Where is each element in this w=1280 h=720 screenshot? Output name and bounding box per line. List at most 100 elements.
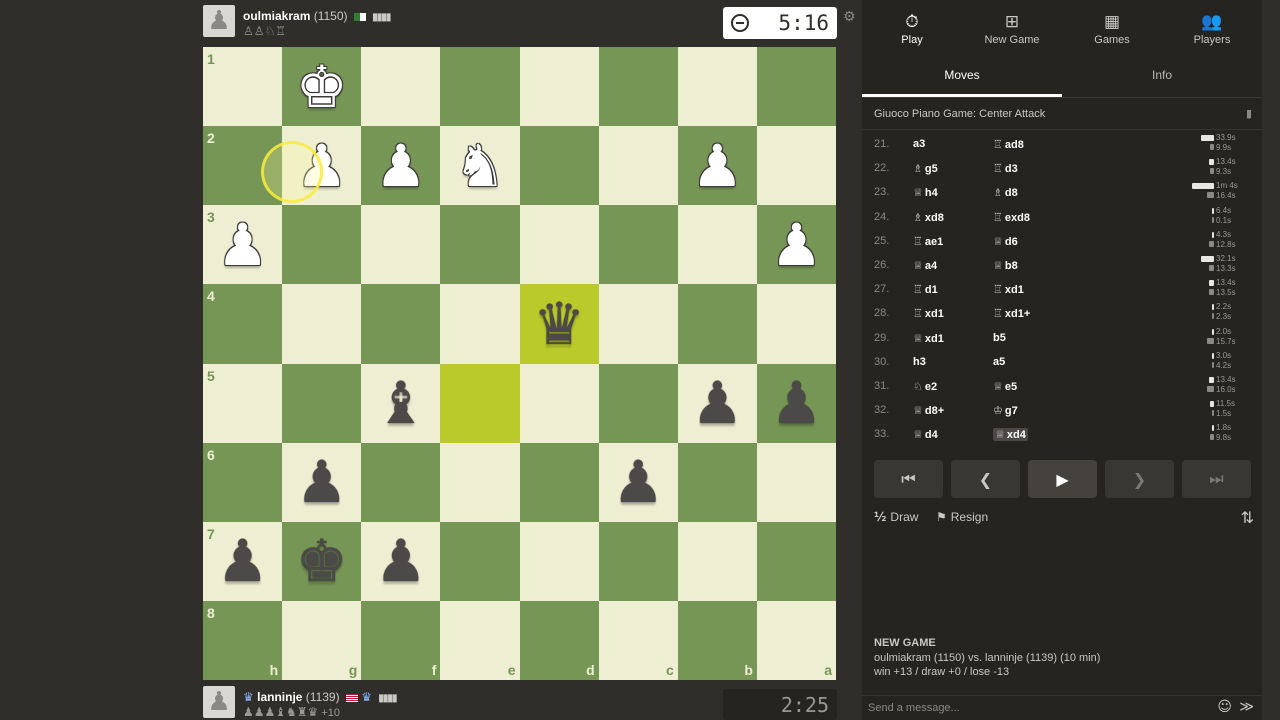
black-pawn-icon[interactable]: ♟ [217,532,269,590]
square-c6[interactable]: ♟ [598,442,678,522]
black-king-icon[interactable]: ♚ [296,532,348,590]
black-pawn-icon[interactable]: ♟ [375,532,427,590]
square-g1[interactable]: ♚ [282,47,362,127]
black-move[interactable]: ♖ xd1 [993,283,1024,296]
chat-input[interactable]: Send a message... [868,702,960,714]
square-d4[interactable]: ♛ [519,284,599,364]
black-queen-icon[interactable]: ♛ [533,295,585,353]
square-b1[interactable] [677,47,757,127]
square-e5[interactable] [440,363,520,443]
square-h2[interactable]: 2 [203,126,283,206]
white-move[interactable]: a3 [913,138,925,150]
square-g2[interactable]: ♟ [282,126,362,206]
square-h3[interactable]: 3 ♟ [203,205,283,285]
square-f8[interactable]: f [361,600,441,680]
black-move[interactable]: ♖ d3 [993,162,1018,175]
tab-info[interactable]: Info [1062,52,1262,97]
square-f1[interactable] [361,47,441,127]
last-move-button[interactable]: ⏭ [1182,460,1251,498]
black-move[interactable]: ♕ b8 [993,259,1018,272]
square-g5[interactable] [282,363,362,443]
square-h7[interactable]: 7 ♟ [203,521,283,601]
white-move[interactable]: ♘ e2 [913,380,937,393]
square-b8[interactable]: b [677,600,757,680]
square-b5[interactable]: ♟ [677,363,757,443]
square-e3[interactable] [440,205,520,285]
chess-board[interactable]: 1 ♚ 2 ♟ ♟ ♞ ♟ 3 ♟ ♟ 4 ♛ 5 ♝ ♟ ♟ 6 ♟ ♟ 7 ♟ ♚ ♟ 8 h g f e d c b a [203,47,836,680]
white-move[interactable]: ♗ g5 [913,162,938,175]
black-move[interactable]: b5 [993,332,1006,344]
nav-new-game[interactable]: ⊞ New Game [962,0,1062,52]
nav-games[interactable]: ▦ Games [1062,0,1162,52]
white-move[interactable]: ♖ ae1 [913,235,943,248]
white-move[interactable]: ♕ xd1 [913,332,944,345]
square-a2[interactable] [756,126,836,206]
square-f5[interactable]: ♝ [361,363,441,443]
square-d5[interactable] [519,363,599,443]
square-c4[interactable] [598,284,678,364]
square-e8[interactable]: e [440,600,520,680]
square-e7[interactable] [440,521,520,601]
black-move[interactable]: ♖ exd8 [993,211,1030,224]
white-move[interactable]: ♖ d1 [913,283,938,296]
square-g8[interactable]: g [282,600,362,680]
white-move[interactable]: ♕ a4 [913,259,937,272]
white-move[interactable]: ♕ h4 [913,186,938,199]
square-b7[interactable] [677,521,757,601]
black-pawn-icon[interactable]: ♟ [770,374,822,432]
square-a7[interactable] [756,521,836,601]
white-pawn-icon[interactable]: ♟ [691,137,743,195]
white-pawn-icon[interactable]: ♟ [770,216,822,274]
previous-move-button[interactable]: ❮ [951,460,1020,498]
black-move[interactable]: ♖ xd1+ [993,307,1030,320]
square-a5[interactable]: ♟ [756,363,836,443]
square-a4[interactable] [756,284,836,364]
nav-players[interactable]: 👥 Players [1162,0,1262,52]
black-move[interactable]: ♔ g7 [993,404,1018,417]
black-move[interactable]: ♖ ad8 [993,138,1024,151]
black-move[interactable]: ♗ d8 [993,186,1018,199]
top-player-name[interactable]: oulmiakram [243,9,310,23]
bottom-player-avatar[interactable]: ♟ [203,686,235,718]
white-move[interactable]: ♕ d4 [913,428,938,441]
square-h6[interactable]: 6 [203,442,283,522]
move-list[interactable]: 21. a3 ♖ ad8 33.9s 9.9s 22. ♗ g5 ♖ d3 13.4s 9.3s 23. ♕… [862,130,1262,446]
square-b4[interactable] [677,284,757,364]
black-move[interactable]: ♕ d6 [993,235,1018,248]
bottom-player-name[interactable]: lanninje [257,690,302,704]
square-a3[interactable]: ♟ [756,205,836,285]
square-d2[interactable] [519,126,599,206]
gear-icon[interactable]: ⚙ [843,9,856,25]
square-b2[interactable]: ♟ [677,126,757,206]
square-f7[interactable]: ♟ [361,521,441,601]
square-g3[interactable] [282,205,362,285]
square-e6[interactable] [440,442,520,522]
square-a1[interactable] [756,47,836,127]
square-c2[interactable] [598,126,678,206]
resign-button[interactable]: ⚑ Resign [936,510,988,524]
square-d7[interactable] [519,521,599,601]
square-h1[interactable]: 1 [203,47,283,127]
black-move[interactable]: a5 [993,356,1005,368]
square-f4[interactable] [361,284,441,364]
draw-button[interactable]: ½ Draw [874,510,918,524]
black-pawn-icon[interactable]: ♟ [296,453,348,511]
square-b3[interactable] [677,205,757,285]
square-c8[interactable]: c [598,600,678,680]
nav-play[interactable]: ⏱ Play [862,0,962,52]
square-c5[interactable] [598,363,678,443]
white-knight-icon[interactable]: ♞ [454,137,506,195]
first-move-button[interactable]: ⏮ [874,460,943,498]
square-a8[interactable]: a [756,600,836,680]
book-icon[interactable]: ▮ [1246,98,1252,130]
square-b6[interactable] [677,442,757,522]
square-g4[interactable] [282,284,362,364]
square-c1[interactable] [598,47,678,127]
play-button[interactable]: ▶ [1028,460,1097,498]
square-h5[interactable]: 5 [203,363,283,443]
square-h8[interactable]: 8h [203,600,283,680]
emoji-icon[interactable]: ☺ [1217,699,1232,715]
square-d1[interactable] [519,47,599,127]
next-move-button[interactable]: ❯ [1105,460,1174,498]
white-move[interactable]: ♗ xd8 [913,211,944,224]
